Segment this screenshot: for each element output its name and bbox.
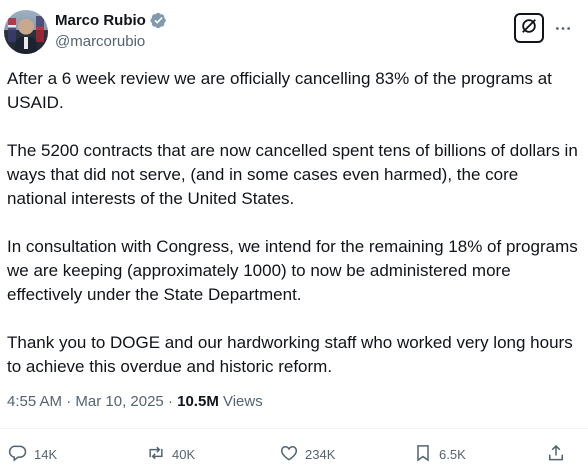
like-button[interactable]: 234K (279, 440, 335, 468)
meta-separator: · (163, 393, 178, 410)
meta-separator: · (62, 393, 76, 410)
reply-button[interactable]: 14K (8, 440, 57, 468)
tweet-text: After a 6 week review we are officially … (7, 67, 579, 403)
avatar-shirt (24, 37, 28, 49)
divider (0, 428, 588, 429)
avatar[interactable] (4, 10, 48, 54)
like-count: 234K (305, 446, 336, 462)
avatar-flag-right (36, 16, 44, 42)
share-button[interactable] (546, 440, 566, 468)
tweet-metadata: 4:55 AM · Mar 10, 2025 · 10.5M Views (7, 393, 263, 410)
tweet-date[interactable]: Mar 10, 2025 (75, 393, 163, 410)
heart-icon (279, 443, 299, 466)
bookmark-icon (413, 443, 433, 466)
author-name-row[interactable]: Marco Rubio (55, 12, 167, 29)
tweet-header: Marco Rubio @marcorubio (0, 0, 588, 62)
verified-badge-icon (150, 12, 167, 29)
author-display-name[interactable]: Marco Rubio (55, 12, 146, 29)
action-bar: 14K 40K 234K 6.5K (0, 440, 588, 470)
repost-icon (146, 443, 166, 466)
tweet-paragraph: After a 6 week review we are officially … (7, 69, 552, 112)
more-horizontal-icon (555, 18, 571, 36)
grok-icon (520, 17, 538, 40)
grok-button[interactable] (514, 13, 544, 43)
more-options-button[interactable] (552, 14, 574, 40)
views-count[interactable]: 10.5M (177, 393, 219, 410)
bookmark-button[interactable]: 6.5K (413, 440, 466, 468)
reply-count: 14K (34, 446, 58, 462)
bookmark-count: 6.5K (439, 446, 466, 462)
reply-icon (8, 443, 28, 466)
views-label: Views (218, 393, 263, 410)
tweet-time[interactable]: 4:55 AM (7, 393, 62, 410)
author-handle[interactable]: @marcorubio (55, 33, 145, 50)
share-icon (546, 443, 566, 466)
tweet-paragraph: Thank you to DOGE and our hardworking st… (7, 333, 573, 376)
repost-count: 40K (172, 446, 196, 462)
tweet-paragraph: The 5200 contracts that are now cancelle… (7, 141, 578, 208)
repost-button[interactable]: 40K (146, 440, 195, 468)
tweet-paragraph: In consultation with Congress, we intend… (7, 237, 578, 304)
avatar-flag-left (8, 18, 16, 42)
